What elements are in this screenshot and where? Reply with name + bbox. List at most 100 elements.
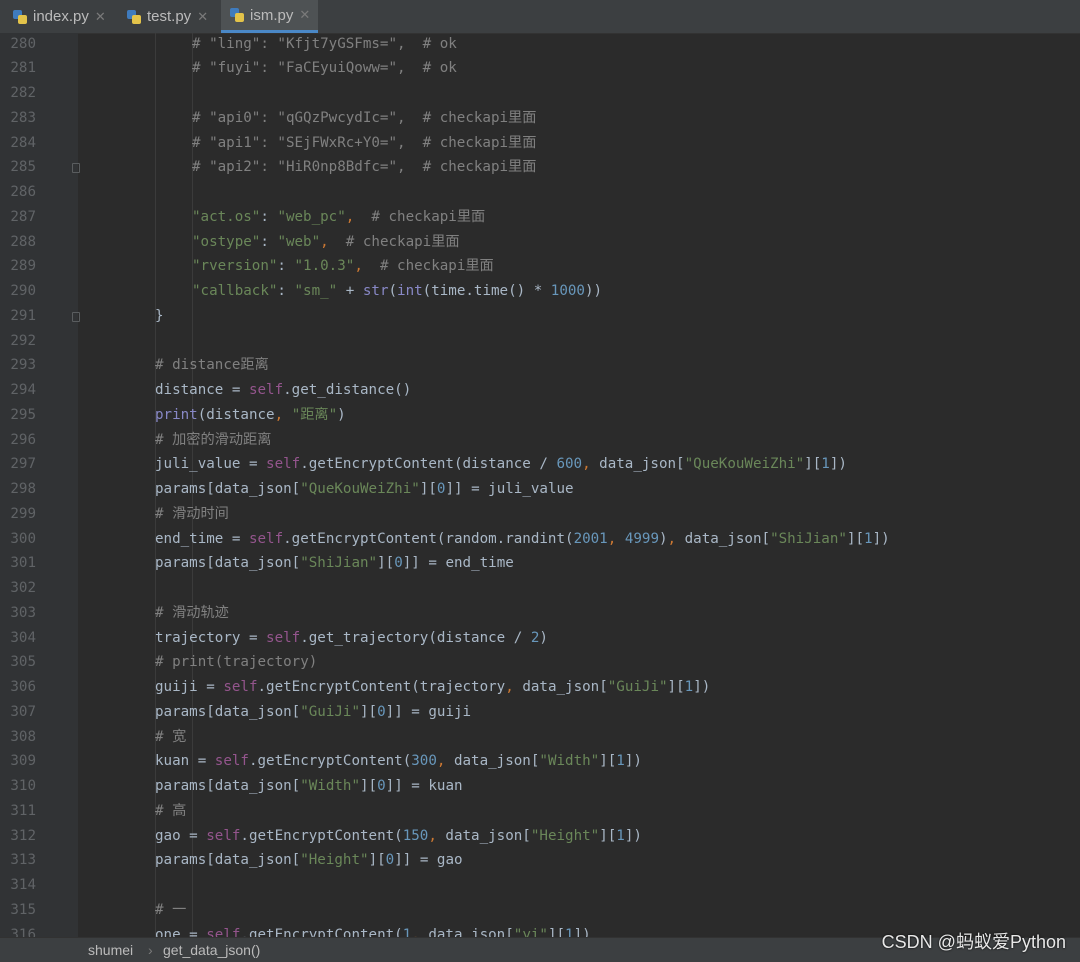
code-text: } xyxy=(155,307,164,324)
line-number: 292 xyxy=(10,332,36,349)
code-text: # print(trajectory) xyxy=(155,654,318,671)
code-line[interactable]: 280 # "ling": "Kfjt7yGSFms=", # ok xyxy=(0,33,1080,56)
code-text: gao = self.getEncryptContent(150, data_j… xyxy=(155,827,642,844)
code-text: # 高 xyxy=(155,802,187,819)
code-text: "ostype": "web", # checkapi里面 xyxy=(192,233,460,250)
code-text: # 滑动时间 xyxy=(155,505,229,522)
line-number: 291 xyxy=(10,307,36,324)
code-line[interactable]: 295 print(distance, "距离") xyxy=(0,403,1080,428)
code-line[interactable]: 308 # 宽 xyxy=(0,725,1080,750)
line-number: 314 xyxy=(10,877,36,893)
code-line[interactable]: 307 params[data_json["GuiJi"][0]] = guiji xyxy=(0,700,1080,725)
code-line[interactable]: 283 # "api0": "qGQzPwcydIc=", # checkapi里… xyxy=(0,106,1080,131)
code-text: juli_value = self.getEncryptContent(dist… xyxy=(155,456,847,473)
code-text: # 一 xyxy=(155,901,187,918)
line-number: 283 xyxy=(10,109,36,126)
code-line[interactable]: 292 xyxy=(0,329,1080,354)
line-number: 298 xyxy=(10,481,36,497)
line-number: 299 xyxy=(10,505,36,522)
tab-test-py[interactable]: test.py ✕ xyxy=(126,0,208,33)
close-icon[interactable]: ✕ xyxy=(95,9,106,25)
code-line[interactable]: 297 juli_value = self.getEncryptContent(d… xyxy=(0,452,1080,477)
code-text: # "ling": "Kfjt7yGSFms=", # ok xyxy=(192,35,457,52)
code-text: "rversion": "1.0.3", # checkapi里面 xyxy=(192,258,494,275)
code-text: end_time = self.getEncryptContent(random… xyxy=(155,530,890,547)
code-line[interactable]: 296 # 加密的滑动距离 xyxy=(0,428,1080,453)
line-number: 311 xyxy=(10,802,36,819)
line-number: 302 xyxy=(10,580,36,596)
code-line[interactable]: 302 xyxy=(0,576,1080,601)
code-line[interactable]: 310 params[data_json["Width"][0]] = kuan xyxy=(0,774,1080,799)
line-number: 295 xyxy=(10,406,36,423)
code-line[interactable]: 286 xyxy=(0,180,1080,205)
line-number: 287 xyxy=(10,208,36,225)
code-line[interactable]: 300 end_time = self.getEncryptContent(ran… xyxy=(0,527,1080,552)
line-number: 313 xyxy=(10,852,36,869)
code-line[interactable]: 284 # "api1": "SEjFWxRc+Y0=", # checkapi里… xyxy=(0,131,1080,156)
code-text: # "api1": "SEjFWxRc+Y0=", # checkapi里面 xyxy=(192,134,537,151)
code-line[interactable]: 294 distance = self.get_distance() xyxy=(0,378,1080,403)
code-text: # distance距离 xyxy=(155,357,269,374)
fold-marker-icon[interactable] xyxy=(72,163,80,174)
tab-index-py[interactable]: index.py ✕ xyxy=(12,0,106,33)
code-line[interactable]: 298 params[data_json["QueKouWeiZhi"][0]] … xyxy=(0,477,1080,502)
tab-label: test.py xyxy=(147,8,192,25)
fold-marker-icon[interactable] xyxy=(72,311,80,322)
line-number: 316 xyxy=(10,926,36,938)
code-text: params[data_json["Width"][0]] = kuan xyxy=(155,778,463,794)
code-line[interactable]: 303 # 滑动轨迹 xyxy=(0,601,1080,626)
line-number: 307 xyxy=(10,703,36,720)
line-number: 304 xyxy=(10,629,36,646)
code-text: "act.os": "web_pc", # checkapi里面 xyxy=(192,208,486,225)
line-number: 315 xyxy=(10,901,36,918)
code-text: # "api2": "HiR0np8Bdfc=", # checkapi里面 xyxy=(192,159,537,176)
chevron-right-icon: › xyxy=(148,942,153,958)
code-line[interactable]: 287 "act.os": "web_pc", # checkapi里面 xyxy=(0,205,1080,230)
tab-label: ism.py xyxy=(250,6,294,24)
code-text: params[data_json["ShiJian"][0]] = end_ti… xyxy=(155,555,514,572)
code-text: # 加密的滑动距离 xyxy=(155,431,272,448)
code-line[interactable]: 301 params[data_json["ShiJian"][0]] = end… xyxy=(0,551,1080,576)
line-number: 280 xyxy=(10,35,36,52)
code-line[interactable]: 312 gao = self.getEncryptContent(150, dat… xyxy=(0,824,1080,849)
close-icon[interactable]: ✕ xyxy=(299,7,310,23)
code-line[interactable]: 315 # 一 xyxy=(0,898,1080,923)
line-number: 289 xyxy=(10,258,36,275)
code-line[interactable]: 288 "ostype": "web", # checkapi里面 xyxy=(0,230,1080,255)
code-line[interactable]: 290 "callback": "sm_" + str(int(time.time… xyxy=(0,279,1080,304)
code-line[interactable]: 306 guiji = self.getEncryptContent(trajec… xyxy=(0,675,1080,700)
breadcrumb-method[interactable]: get_data_json() xyxy=(163,942,260,958)
close-icon[interactable]: ✕ xyxy=(197,9,208,25)
code-line[interactable]: 305 # print(trajectory) xyxy=(0,650,1080,675)
line-number: 294 xyxy=(10,382,36,398)
code-line[interactable]: 281 # "fuyi": "FaCEyuiQoww=", # ok xyxy=(0,56,1080,81)
tab-label: index.py xyxy=(33,8,89,25)
code-editor[interactable]: 280 # "ling": "Kfjt7yGSFms=", # ok 281 # "f… xyxy=(0,33,1080,937)
line-number: 297 xyxy=(10,456,36,473)
code-line[interactable]: 291} xyxy=(0,304,1080,329)
line-number: 300 xyxy=(10,530,36,547)
code-text: trajectory = self.get_trajectory(distanc… xyxy=(155,629,548,646)
code-text: "callback": "sm_" + str(int(time.time() … xyxy=(192,283,603,299)
code-line[interactable]: 309 kuan = self.getEncryptContent(300, da… xyxy=(0,749,1080,774)
code-text: # 宽 xyxy=(155,728,187,745)
line-number: 293 xyxy=(10,357,36,374)
code-line[interactable]: 311 # 高 xyxy=(0,799,1080,824)
code-text: params[data_json["GuiJi"][0]] = guiji xyxy=(155,703,472,720)
code-line[interactable]: 299 # 滑动时间 xyxy=(0,502,1080,527)
code-line[interactable]: 293 # distance距离 xyxy=(0,353,1080,378)
line-number: 282 xyxy=(10,85,36,101)
code-line[interactable]: 289 "rversion": "1.0.3", # checkapi里面 xyxy=(0,254,1080,279)
code-line[interactable]: 282 xyxy=(0,81,1080,106)
code-line[interactable]: 304 trajectory = self.get_trajectory(dist… xyxy=(0,626,1080,651)
code-text: # "api0": "qGQzPwcydIc=", # checkapi里面 xyxy=(192,109,537,126)
watermark: CSDN @蚂蚁爱Python xyxy=(881,932,1066,952)
code-text: kuan = self.getEncryptContent(300, data_… xyxy=(155,753,642,770)
tab-ism-py[interactable]: ism.py ✕ xyxy=(221,0,319,33)
code-line[interactable]: 314 xyxy=(0,873,1080,898)
code-line[interactable]: 285 # "api2": "HiR0np8Bdfc=", # checkapi里… xyxy=(0,155,1080,180)
line-number: 306 xyxy=(10,679,36,695)
code-line[interactable]: 313 params[data_json["Height"][0]] = gao xyxy=(0,848,1080,873)
breadcrumb-class[interactable]: shumei xyxy=(88,942,133,958)
code-text: params[data_json["QueKouWeiZhi"][0]] = j… xyxy=(155,481,574,497)
